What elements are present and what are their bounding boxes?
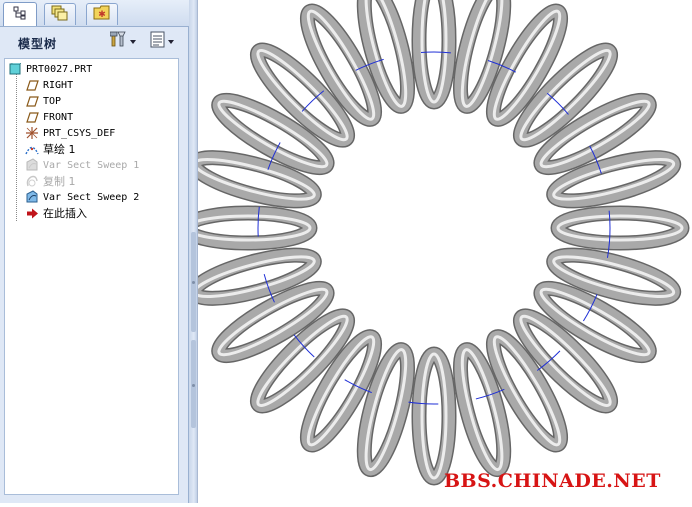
tree-item-label: PRT_CSYS_DEF	[43, 127, 116, 139]
tree-item-label: 在此插入	[43, 207, 87, 220]
favorites-folder-icon: ✱	[93, 5, 111, 24]
sash-grip-dot	[192, 384, 195, 387]
sash-grip-dot	[192, 281, 195, 284]
spring-coil-loop	[178, 205, 318, 251]
tree-item-sweep-1[interactable]: Var Sect Sweep 1	[25, 157, 139, 173]
tree-item-sweep-2[interactable]: Var Sect Sweep 2	[25, 189, 139, 205]
sweep-icon	[25, 190, 39, 204]
spring-coil-loop	[411, 346, 457, 486]
tab-layers[interactable]	[44, 3, 76, 25]
tree-item-label: 复制 1	[43, 175, 76, 188]
svg-text:✱: ✱	[98, 10, 106, 20]
navigator-tab-strip: ✱	[0, 0, 189, 27]
tree-item-right[interactable]: RIGHT	[25, 77, 73, 93]
tab-model-tree[interactable]	[3, 2, 37, 26]
datum-plane-icon	[25, 78, 39, 92]
tree-show-button[interactable]	[150, 31, 174, 52]
chevron-down-icon	[130, 39, 136, 44]
chevron-down-icon	[168, 39, 174, 44]
tree-item-top[interactable]: TOP	[25, 93, 61, 109]
tree-show-icon	[150, 31, 166, 52]
tree-item-label: FRONT	[43, 111, 74, 123]
toroidal-spring-model	[178, 0, 690, 486]
graphics-window[interactable]: BBS.CHINADE.NET	[178, 0, 692, 503]
tree-item-label: RIGHT	[43, 79, 74, 91]
tree-settings-button[interactable]	[109, 31, 136, 52]
copy-feature-icon	[25, 174, 39, 188]
tree-item-label: TOP	[43, 95, 62, 107]
tree-title: 模型树	[18, 37, 58, 51]
spring-coil-loop	[550, 205, 690, 251]
model-tree-panel: ✱ 模型树 PRT0027.PRT RIGHT TOP FRONT PRT_CS…	[0, 0, 189, 503]
tree-settings-icon	[109, 31, 128, 52]
tree-item-label: Var Sect Sweep 2	[43, 191, 140, 203]
tree-item-copy[interactable]: 复制 1	[25, 173, 76, 189]
panel-sash[interactable]	[189, 0, 198, 503]
model-tree[interactable]: PRT0027.PRT RIGHT TOP FRONT PRT_CSYS_DEF	[4, 58, 179, 495]
datum-plane-icon	[25, 110, 39, 124]
coordinate-system-icon	[25, 126, 39, 140]
tree-item-label: 草绘 1	[43, 143, 76, 156]
tree-root-part[interactable]: PRT0027.PRT	[8, 61, 92, 77]
tree-item-insert-here[interactable]: 在此插入	[25, 205, 87, 221]
insert-here-arrow-icon	[25, 206, 39, 220]
tab-favorites[interactable]: ✱	[86, 3, 118, 25]
part-icon	[8, 62, 22, 76]
sweep-icon	[25, 158, 39, 172]
sketch-icon	[25, 142, 39, 156]
datum-plane-icon	[25, 94, 39, 108]
tree-item-sketch[interactable]: 草绘 1	[25, 141, 76, 157]
tree-item-label: Var Sect Sweep 1	[43, 159, 140, 171]
spring-coil-loop	[411, 0, 457, 110]
watermark: BBS.CHINADE.NET	[444, 470, 661, 492]
tree-guide-line	[16, 71, 17, 221]
layers-icon	[51, 5, 69, 25]
model-tree-icon	[13, 5, 27, 24]
tree-header: 模型树	[0, 27, 188, 55]
tree-root-label: PRT0027.PRT	[26, 63, 93, 75]
tree-item-csys[interactable]: PRT_CSYS_DEF	[25, 125, 115, 141]
tree-item-front[interactable]: FRONT	[25, 109, 73, 125]
